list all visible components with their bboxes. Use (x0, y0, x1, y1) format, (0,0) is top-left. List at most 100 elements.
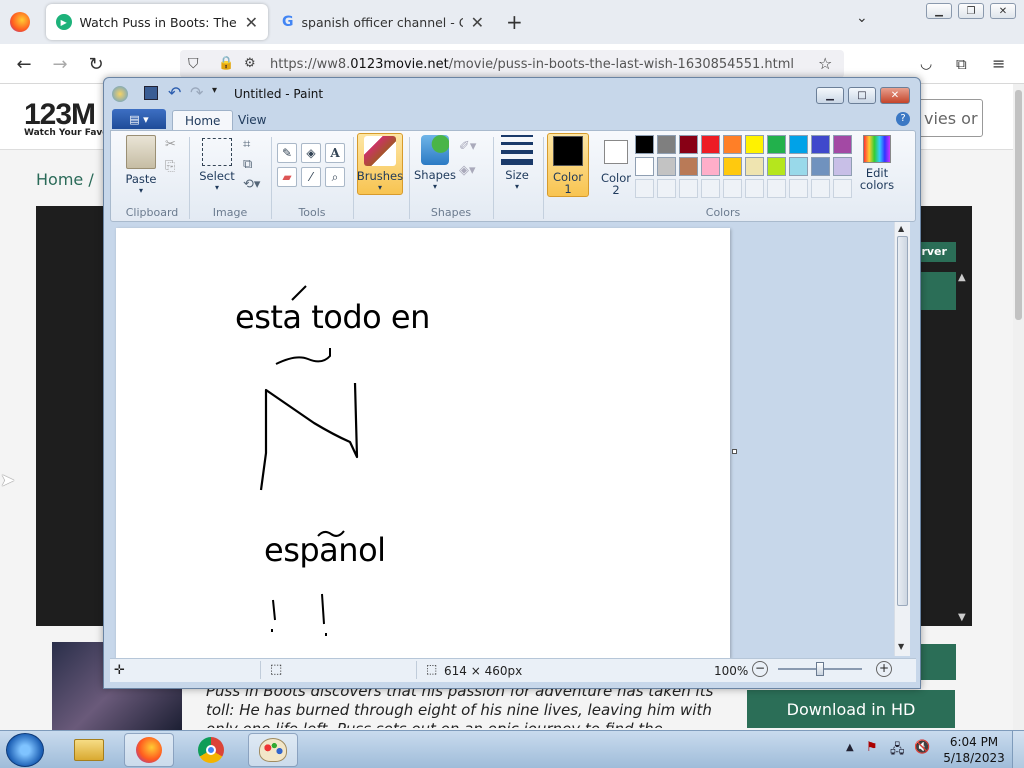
palette-swatch[interactable] (723, 157, 742, 176)
palette-swatch[interactable] (811, 179, 830, 198)
new-tab-icon[interactable]: + (506, 10, 523, 34)
volume-muted-icon[interactable]: 🔇 (914, 740, 930, 755)
copy-icon[interactable]: ⎘ (165, 159, 175, 174)
palette-swatch[interactable] (679, 179, 698, 198)
undo-icon[interactable]: ↶ (168, 83, 181, 102)
close-icon[interactable]: ✕ (245, 13, 258, 32)
tab-home[interactable]: Home (172, 110, 234, 130)
palette-swatch[interactable] (833, 157, 852, 176)
taskbar-explorer[interactable] (64, 733, 114, 767)
close-button[interactable]: ✕ (990, 3, 1016, 19)
palette-swatch[interactable] (789, 157, 808, 176)
brushes-button[interactable]: Brushes ▾ (357, 133, 403, 195)
chevron-down-icon[interactable]: ▼ (958, 612, 966, 623)
zoom-slider-thumb[interactable] (816, 662, 824, 676)
watch-button[interactable] (920, 644, 956, 680)
close-icon[interactable]: ✕ (471, 13, 484, 32)
outline-icon[interactable]: ✐▾ (459, 139, 476, 154)
color2-button[interactable]: Color 2 (595, 133, 637, 196)
palette-swatch[interactable] (811, 157, 830, 176)
pencil-icon[interactable]: ✎ (277, 143, 297, 163)
pocket-icon[interactable]: ◡ (920, 56, 932, 72)
palette-swatch[interactable] (635, 157, 654, 176)
page-scrollbar[interactable] (1013, 84, 1024, 730)
palette-swatch[interactable] (723, 179, 742, 198)
scrollbar-thumb[interactable] (897, 236, 908, 606)
magnifier-icon[interactable]: ⌕ (325, 167, 345, 187)
system-clock[interactable]: 6:04 PM 5/18/2023 (940, 734, 1008, 766)
firefox-menu-icon[interactable] (10, 12, 30, 32)
crop-icon[interactable]: ⌗ (243, 137, 250, 152)
server-list[interactable] (920, 272, 956, 310)
palette-swatch[interactable] (657, 135, 676, 154)
fill-shape-icon[interactable]: ◈▾ (459, 163, 476, 178)
extensions-icon[interactable]: ⧉ (956, 55, 967, 73)
taskbar-paint[interactable] (248, 733, 298, 767)
palette-swatch[interactable] (723, 135, 742, 154)
save-icon[interactable] (144, 86, 158, 100)
shield-icon[interactable]: ⛉ (188, 56, 199, 72)
palette-swatch[interactable] (701, 157, 720, 176)
fill-icon[interactable]: ◈ (301, 143, 321, 163)
file-menu-button[interactable]: ▤ ▾ (112, 109, 166, 129)
minimize-button[interactable]: ▁ (926, 3, 952, 19)
palette-swatch[interactable] (767, 157, 786, 176)
color-picker-icon[interactable]: ⁄ (301, 167, 321, 187)
palette-swatch[interactable] (635, 135, 654, 154)
zoom-in-icon[interactable]: + (876, 661, 892, 677)
color1-button[interactable]: Color 1 (547, 133, 589, 197)
palette-swatch[interactable] (833, 135, 852, 154)
download-hd-button[interactable]: Download in HD (747, 690, 955, 728)
restore-button[interactable]: ❐ (958, 3, 984, 19)
palette-swatch[interactable] (679, 157, 698, 176)
palette-swatch[interactable] (657, 157, 676, 176)
palette-swatch[interactable] (789, 135, 808, 154)
permissions-icon[interactable]: ⚙ (244, 56, 256, 71)
url-bar[interactable]: https://ww8. 0123movie.net/movie/puss-in-… (180, 50, 844, 78)
palette-swatch[interactable] (635, 179, 654, 198)
text-icon[interactable]: A (325, 143, 345, 163)
palette-swatch[interactable] (745, 135, 764, 154)
rotate-icon[interactable]: ⟲▾ (243, 177, 260, 192)
lock-icon[interactable]: 🔒 (218, 56, 234, 71)
tab-view[interactable]: View (226, 110, 278, 130)
quick-access-dropdown-icon[interactable]: ▾ (212, 85, 217, 96)
palette-swatch[interactable] (767, 135, 786, 154)
palette-swatch[interactable] (679, 135, 698, 154)
bookmark-star-icon[interactable]: ☆ (818, 54, 832, 73)
forward-icon[interactable]: → (48, 52, 72, 76)
eraser-icon[interactable]: ▰ (277, 167, 297, 187)
paste-button[interactable]: Paste ▾ (121, 135, 161, 195)
tab-google-search[interactable]: G spanish officer channel - Googl ✕ (272, 4, 494, 40)
cut-icon[interactable]: ✂ (165, 137, 176, 152)
taskbar-firefox[interactable] (124, 733, 174, 767)
site-logo[interactable]: 123M (24, 98, 96, 132)
back-icon[interactable]: ← (12, 52, 36, 76)
palette-swatch[interactable] (789, 179, 808, 198)
close-button[interactable]: ✕ (880, 87, 910, 104)
taskbar-chrome[interactable] (186, 733, 236, 767)
palette-swatch[interactable] (833, 179, 852, 198)
chevron-up-icon[interactable]: ▲ (958, 272, 966, 283)
palette-swatch[interactable] (745, 157, 764, 176)
redo-icon[interactable]: ↷ (190, 83, 203, 102)
shapes-button[interactable]: Shapes ▾ (413, 135, 457, 191)
minimize-button[interactable]: ▁ (816, 87, 844, 104)
help-icon[interactable]: ? (896, 112, 910, 126)
list-tabs-icon[interactable]: ⌄ (856, 10, 868, 26)
drawing-canvas[interactable]: esta todo en espanol (116, 228, 730, 658)
palette-swatch[interactable] (657, 179, 676, 198)
breadcrumb[interactable]: Home / (36, 170, 94, 189)
canvas-scrollbar[interactable]: ▲ ▼ (894, 222, 910, 656)
hamburger-menu-icon[interactable]: ≡ (992, 54, 1005, 73)
palette-swatch[interactable] (701, 179, 720, 198)
network-icon[interactable]: 🖧 (890, 740, 905, 762)
show-hidden-icons[interactable]: ▲ (846, 742, 854, 753)
palette-swatch[interactable] (701, 135, 720, 154)
action-center-icon[interactable]: ⚑ (866, 740, 878, 755)
zoom-out-icon[interactable]: − (752, 661, 768, 677)
palette-swatch[interactable] (767, 179, 786, 198)
tab-puss-in-boots[interactable]: ▶ Watch Puss in Boots: The Last W ✕ (46, 4, 268, 40)
show-desktop-button[interactable] (1012, 731, 1024, 768)
size-button[interactable]: Size ▾ (499, 135, 535, 191)
